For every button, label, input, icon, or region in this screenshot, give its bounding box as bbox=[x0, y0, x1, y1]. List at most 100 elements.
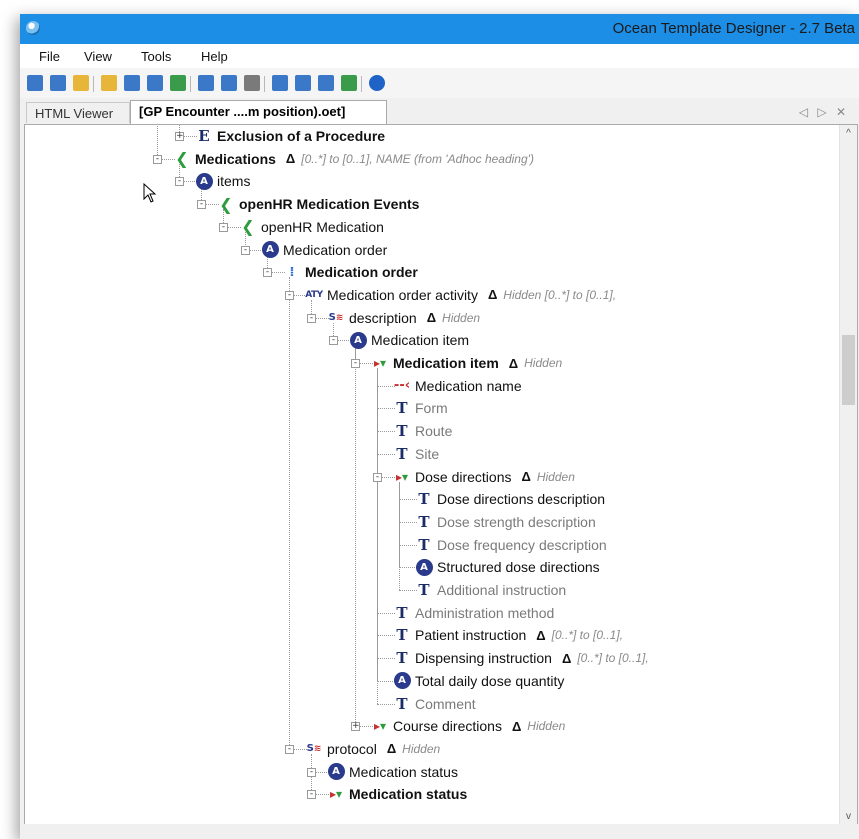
delta-marker: Δ bbox=[487, 287, 498, 303]
tab-template[interactable]: [GP Encounter ....m position).oet] bbox=[130, 100, 387, 125]
collapse-toggle[interactable]: - bbox=[329, 336, 338, 346]
tree-node-label: items bbox=[217, 173, 251, 190]
tree-node[interactable]: T Dispensing instruction Δ [0..*] to [0..1]… bbox=[393, 647, 649, 669]
collapse-toggle[interactable]: - bbox=[153, 154, 162, 164]
tree-node[interactable]: T Patient instruction Δ [0..*] to [0..1], bbox=[393, 624, 623, 646]
tree-node[interactable]: ❮ Medications Δ [0..*] to [0..1], NAME (fro… bbox=[173, 148, 534, 170]
tree-node[interactable]: ▸▾ Medication item Δ Hidden bbox=[371, 352, 562, 374]
archetype-slot-icon: A bbox=[327, 763, 345, 781]
constraint-text: [0..*] to [0..1], bbox=[577, 651, 649, 666]
tree-node[interactable]: T Dose frequency description bbox=[415, 534, 607, 556]
collapse-toggle[interactable]: - bbox=[285, 744, 294, 754]
tree-node[interactable]: ❮ openHR Medication Events bbox=[217, 193, 419, 215]
tree-node-label: Dose strength description bbox=[437, 513, 596, 530]
instruction-icon: ⁞ bbox=[289, 264, 295, 280]
archetype-slot-icon: A bbox=[195, 172, 213, 190]
new-archetype-icon[interactable] bbox=[73, 75, 89, 91]
delta-marker: Δ bbox=[536, 627, 546, 643]
tree-node[interactable]: ▸▾ Dose directions Δ Hidden bbox=[393, 466, 575, 488]
menu-help[interactable]: Help bbox=[201, 49, 228, 64]
save-icon[interactable] bbox=[124, 75, 140, 91]
collapse-toggle[interactable]: - bbox=[307, 790, 316, 800]
collapse-toggle[interactable]: - bbox=[175, 177, 184, 187]
collapse-toggle[interactable]: - bbox=[219, 222, 228, 232]
vertical-scrollbar[interactable]: ^ v bbox=[839, 125, 857, 825]
tree-node[interactable]: A Structured dose directions bbox=[415, 556, 600, 578]
print-icon[interactable] bbox=[244, 75, 260, 91]
tree-node[interactable]: A Medication status bbox=[327, 761, 458, 783]
tree-node[interactable]: S≋ protocol Δ Hidden bbox=[305, 738, 441, 760]
tree-view-icon[interactable] bbox=[198, 75, 214, 91]
expand-toggle[interactable]: + bbox=[351, 722, 360, 732]
settings-icon[interactable] bbox=[295, 75, 311, 91]
app-icon bbox=[26, 21, 40, 35]
tree-node-label: Site bbox=[415, 445, 440, 462]
refresh-icon[interactable] bbox=[170, 75, 186, 91]
delta-marker: Δ bbox=[508, 355, 519, 371]
open-icon[interactable] bbox=[101, 75, 117, 91]
tree-node-label: Comment bbox=[415, 695, 476, 712]
help-icon[interactable] bbox=[369, 75, 385, 91]
tree-node[interactable]: T Additional instruction bbox=[415, 579, 566, 601]
tree-node[interactable]: S≋ description Δ Hidden bbox=[327, 307, 480, 329]
tree-node[interactable]: A Medication item bbox=[349, 329, 469, 351]
scroll-down-arrow[interactable]: v bbox=[840, 808, 857, 825]
tree-node-label: Administration method bbox=[415, 604, 555, 621]
tree-node[interactable]: A Total daily dose quantity bbox=[393, 670, 564, 692]
scroll-thumb[interactable] bbox=[842, 335, 855, 405]
delta-marker: Δ bbox=[561, 650, 572, 666]
tab-html-viewer[interactable]: HTML Viewer bbox=[26, 102, 130, 123]
tree-node-label: Medication item bbox=[393, 355, 499, 371]
tree-node[interactable]: T Administration method bbox=[393, 602, 554, 624]
package-icon[interactable] bbox=[341, 75, 357, 91]
tab-navigation-controls[interactable]: ◁ ▷ ✕ bbox=[799, 105, 849, 119]
tree-node-label: Additional instruction bbox=[437, 582, 567, 598]
tree-node[interactable]: ▸▾ Course directions Δ Hidden bbox=[371, 715, 565, 737]
collapse-toggle[interactable]: - bbox=[373, 472, 382, 482]
text-icon: T bbox=[418, 512, 430, 531]
toolbar-separator bbox=[361, 76, 362, 92]
text-icon: T bbox=[396, 399, 408, 418]
tree-node[interactable]: E Exclusion of a Procedure bbox=[195, 125, 385, 147]
collapse-toggle[interactable]: - bbox=[307, 767, 316, 777]
tree-node[interactable]: T Comment bbox=[393, 693, 476, 715]
tab-strip: HTML Viewer [GP Encounter ....m position… bbox=[20, 98, 859, 125]
tree-node-label: Dose frequency description bbox=[437, 536, 607, 553]
tree-node[interactable]: T Route bbox=[393, 420, 452, 442]
collapse-toggle[interactable]: - bbox=[241, 245, 250, 255]
section-icon: ❮ bbox=[241, 217, 255, 237]
tree-node[interactable]: ⁞ Medication order bbox=[283, 261, 418, 283]
tree-node[interactable]: T Dose strength description bbox=[415, 511, 596, 533]
name-element-icon: --‹ bbox=[393, 378, 411, 394]
collapse-toggle[interactable]: - bbox=[263, 268, 272, 278]
document-icon[interactable] bbox=[318, 75, 334, 91]
menu-tools[interactable]: Tools bbox=[141, 49, 171, 64]
tree-node[interactable]: T Site bbox=[393, 443, 439, 465]
save-all-icon[interactable] bbox=[147, 75, 163, 91]
new-template-icon[interactable] bbox=[50, 75, 66, 91]
collapse-toggle[interactable]: - bbox=[307, 313, 316, 323]
tree-node[interactable]: A Medication order bbox=[261, 239, 387, 261]
cluster-icon: ▸▾ bbox=[373, 356, 387, 370]
table-view-icon[interactable] bbox=[221, 75, 237, 91]
tree-node[interactable]: ATY Medication order activity Δ Hidden [0..… bbox=[305, 284, 616, 306]
menu-view[interactable]: View bbox=[84, 49, 112, 64]
tree-node[interactable]: T Dose directions description bbox=[415, 488, 605, 510]
menu-file[interactable]: File bbox=[39, 49, 60, 64]
tree-node[interactable]: --‹ Medication name bbox=[393, 375, 522, 397]
constraint-text: [0..*] to [0..1], bbox=[551, 628, 624, 643]
tree-node[interactable]: ❮ openHR Medication bbox=[239, 216, 384, 238]
tree-node[interactable]: T Form bbox=[393, 397, 447, 419]
tree-node[interactable]: Aitems bbox=[195, 170, 250, 192]
text-icon: T bbox=[396, 694, 408, 713]
tree-node[interactable]: ▸▾ Medication status bbox=[327, 783, 467, 805]
text-icon: T bbox=[418, 535, 430, 554]
collapse-toggle[interactable]: - bbox=[351, 359, 360, 368]
export-icon[interactable] bbox=[272, 75, 288, 91]
scroll-up-arrow[interactable]: ^ bbox=[840, 125, 857, 142]
new-icon[interactable] bbox=[27, 75, 43, 91]
constraint-text: [0..*] to [0..1], NAME (from 'Adhoc head… bbox=[301, 151, 534, 166]
expand-toggle[interactable]: + bbox=[175, 132, 184, 141]
collapse-toggle[interactable]: - bbox=[285, 290, 294, 300]
collapse-toggle[interactable]: - bbox=[197, 200, 206, 210]
